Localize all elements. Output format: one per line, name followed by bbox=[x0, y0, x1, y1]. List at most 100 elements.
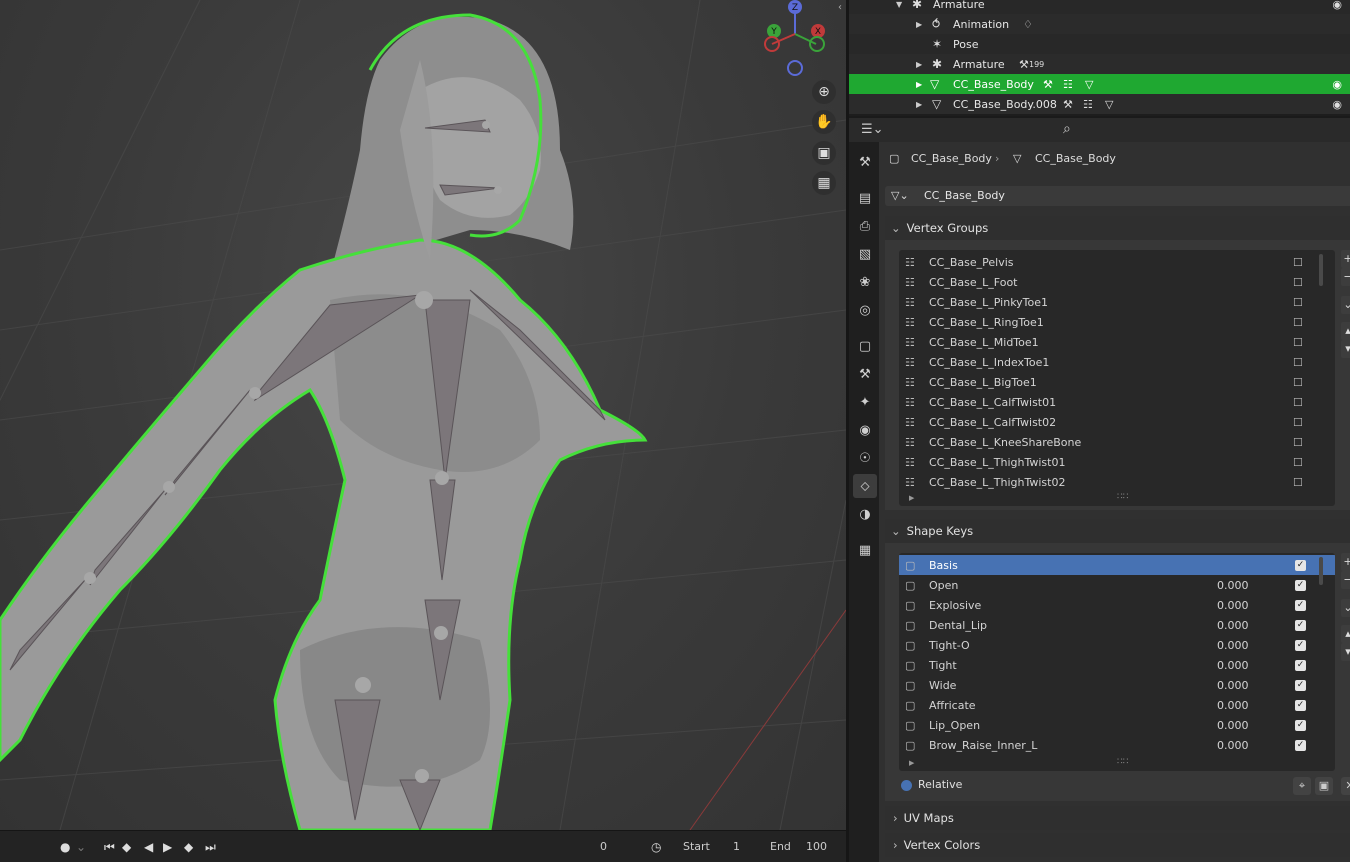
shape-key-name[interactable]: Tight-O bbox=[929, 639, 970, 652]
play-reverse-icon[interactable]: ◀ bbox=[144, 840, 153, 854]
shape-key-mute-checkbox[interactable]: ✓ bbox=[1295, 639, 1306, 651]
scrollbar[interactable] bbox=[1319, 254, 1323, 286]
visibility-eye-icon[interactable]: ◉ bbox=[1332, 78, 1342, 91]
shape-key-row[interactable]: ▢ Brow_Raise_Inner_L 0.000 ✓ bbox=[899, 735, 1335, 755]
shape-key-value[interactable]: 0.000 bbox=[1217, 679, 1249, 692]
outliner-row-armature-data[interactable]: ▶ ✱ Armature ⚒ 199 bbox=[849, 54, 1350, 74]
shape-key-mute-checkbox[interactable]: ✓ bbox=[1295, 699, 1306, 711]
start-frame-field[interactable]: 1 bbox=[733, 840, 740, 853]
shape-key-row[interactable]: ▢ Tight 0.000 ✓ bbox=[899, 655, 1335, 675]
vertex-group-row[interactable]: ☷ CC_Base_Pelvis ☐ bbox=[899, 252, 1335, 272]
collapse-triangle-icon[interactable]: ▼ bbox=[896, 0, 902, 9]
physics-tab-icon[interactable]: ◉ bbox=[853, 418, 877, 442]
vertex-group-row[interactable]: ☷ CC_Base_L_CalfTwist02 ☐ bbox=[899, 412, 1335, 432]
vertex-group-row[interactable]: ☷ CC_Base_L_RingToe1 ☐ bbox=[899, 312, 1335, 332]
shape-key-mute-checkbox[interactable]: ✓ bbox=[1295, 619, 1306, 631]
mesh-datablock-selector[interactable]: ▽⌄ CC_Base_Body bbox=[885, 186, 1350, 206]
unlock-icon[interactable]: ☐ bbox=[1293, 396, 1303, 409]
shape-key-value[interactable]: 0.000 bbox=[1217, 599, 1249, 612]
particles-tab-icon[interactable]: ✦ bbox=[853, 390, 877, 414]
specials-menu-button[interactable]: ⌄ bbox=[1341, 296, 1350, 314]
vertex-group-row[interactable]: ☷ CC_Base_L_ThighTwist02 ☐ bbox=[899, 472, 1335, 492]
world-tab-icon[interactable]: ◎ bbox=[853, 298, 877, 322]
search-icon[interactable]: ⌕ bbox=[1063, 121, 1071, 137]
shape-key-value[interactable]: 0.000 bbox=[1217, 659, 1249, 672]
unlock-icon[interactable]: ☐ bbox=[1293, 316, 1303, 329]
jump-start-icon[interactable]: ⏮ bbox=[104, 840, 115, 855]
play-icon[interactable]: ▶ bbox=[163, 840, 172, 854]
shape-key-name[interactable]: Tight bbox=[929, 659, 957, 672]
expand-triangle-icon[interactable]: ▶ bbox=[916, 80, 922, 89]
jump-end-icon[interactable]: ⏭ bbox=[205, 840, 216, 855]
shape-key-mute-checkbox[interactable]: ✓ bbox=[1295, 679, 1306, 691]
vertex-groups-panel-header[interactable]: ⌄ Vertex Groups bbox=[885, 216, 1350, 240]
shape-keys-panel-header[interactable]: ⌄ Shape Keys bbox=[885, 519, 1350, 543]
visibility-eye-icon[interactable]: ◉ bbox=[1332, 0, 1342, 11]
shape-key-mute-checkbox[interactable]: ✓ bbox=[1295, 559, 1306, 571]
pin-icon[interactable]: ⌖ bbox=[1293, 777, 1311, 795]
shape-key-row[interactable]: ▢ Open 0.000 ✓ bbox=[899, 575, 1335, 595]
unlock-icon[interactable]: ☐ bbox=[1293, 456, 1303, 469]
expand-triangle-icon[interactable]: ▶ bbox=[916, 100, 922, 109]
view-layer-tab-icon[interactable]: ▧ bbox=[853, 242, 877, 266]
vertex-colors-panel-header[interactable]: › Vertex Colors bbox=[885, 833, 1350, 857]
vertex-group-row[interactable]: ☷ CC_Base_L_KneeShareBone ☐ bbox=[899, 432, 1335, 452]
move-down-button[interactable]: ▾ bbox=[1341, 340, 1350, 358]
remove-button[interactable]: − bbox=[1341, 571, 1350, 589]
texture-tab-icon[interactable]: ▦ bbox=[853, 538, 877, 562]
shape-key-row[interactable]: ▢ Dental_Lip 0.000 ✓ bbox=[899, 615, 1335, 635]
modifier-tab-icon[interactable]: ⚒ bbox=[853, 362, 877, 386]
shape-key-name[interactable]: Brow_Raise_Inner_L bbox=[929, 739, 1037, 752]
expand-triangle-icon[interactable]: ▶ bbox=[916, 20, 922, 29]
shape-key-mute-checkbox[interactable]: ✓ bbox=[1295, 599, 1306, 611]
unlock-icon[interactable]: ☐ bbox=[1293, 356, 1303, 369]
shape-key-row[interactable]: ▢ Affricate 0.000 ✓ bbox=[899, 695, 1335, 715]
vertex-group-row[interactable]: ☷ CC_Base_L_MidToe1 ☐ bbox=[899, 332, 1335, 352]
keyframe-dot-icon[interactable]: ● bbox=[60, 840, 70, 854]
output-tab-icon[interactable]: ⎙ bbox=[853, 214, 877, 238]
list-filter-triangle-icon[interactable]: ▶ bbox=[909, 759, 914, 767]
relative-checkbox[interactable] bbox=[901, 780, 912, 791]
vertex-group-row[interactable]: ☷ CC_Base_L_Foot ☐ bbox=[899, 272, 1335, 292]
outliner-row-animation[interactable]: ▶ ⥀ Animation ♢ bbox=[849, 14, 1350, 34]
vertex-group-row[interactable]: ☷ CC_Base_L_CalfTwist01 ☐ bbox=[899, 392, 1335, 412]
perspective-grid-icon[interactable]: ▦ bbox=[812, 171, 836, 195]
specials-menu-button[interactable]: ⌄ bbox=[1341, 599, 1350, 617]
tool-tab-icon[interactable]: ⚒ bbox=[853, 150, 877, 174]
material-tab-icon[interactable]: ◑ bbox=[853, 502, 877, 526]
editor-type-icon[interactable]: ☰⌄ bbox=[861, 122, 884, 137]
object-tab-icon[interactable]: ▢ bbox=[853, 334, 877, 358]
stopwatch-icon[interactable]: ◷ bbox=[651, 840, 661, 854]
camera-view-icon[interactable]: ▣ bbox=[812, 141, 836, 165]
shape-key-name[interactable]: Affricate bbox=[929, 699, 976, 712]
list-filter-triangle-icon[interactable]: ▶ bbox=[909, 494, 914, 502]
dropdown-icon[interactable]: ⌄ bbox=[76, 840, 86, 854]
shape-key-value[interactable]: 0.000 bbox=[1217, 719, 1249, 732]
zoom-icon[interactable]: ⊕ bbox=[812, 80, 836, 104]
mesh-data-tab-icon[interactable]: ⬦ bbox=[853, 474, 877, 498]
vertex-groups-list[interactable]: ☷ CC_Base_Pelvis ☐ ☷ CC_Base_L_Foot ☐ ☷ CC_Base… bbox=[899, 250, 1335, 506]
shape-key-mute-checkbox[interactable]: ✓ bbox=[1295, 719, 1306, 731]
pan-hand-icon[interactable]: ✋ bbox=[812, 110, 836, 134]
shape-key-row[interactable]: ▢ Lip_Open 0.000 ✓ bbox=[899, 715, 1335, 735]
move-up-button[interactable]: ▴ bbox=[1341, 625, 1350, 643]
unlock-icon[interactable]: ☐ bbox=[1293, 416, 1303, 429]
outliner-row-armature[interactable]: ▼ ✱ Armature ◉ bbox=[849, 0, 1350, 14]
outliner-row-pose[interactable]: ✶ Pose bbox=[849, 34, 1350, 54]
shape-key-value[interactable]: 0.000 bbox=[1217, 579, 1249, 592]
shape-key-mute-checkbox[interactable]: ✓ bbox=[1295, 659, 1306, 671]
shape-key-value[interactable]: 0.000 bbox=[1217, 639, 1249, 652]
unlock-icon[interactable]: ☐ bbox=[1293, 436, 1303, 449]
shape-key-name[interactable]: Open bbox=[929, 579, 958, 592]
unlock-icon[interactable]: ☐ bbox=[1293, 256, 1303, 269]
shape-key-name[interactable]: Basis bbox=[929, 559, 958, 572]
list-resize-grip-icon[interactable]: ∷∷ bbox=[1117, 492, 1128, 502]
shape-key-value[interactable]: 0.000 bbox=[1217, 739, 1249, 752]
visibility-eye-icon[interactable]: ◉ bbox=[1332, 98, 1342, 111]
remove-button[interactable]: − bbox=[1341, 268, 1350, 286]
add-button[interactable]: + bbox=[1341, 553, 1350, 571]
sidebar-collapse-icon[interactable]: ‹ bbox=[838, 2, 842, 13]
navigation-gizmo[interactable]: Z Y X bbox=[758, 0, 830, 80]
vertex-group-row[interactable]: ☷ CC_Base_L_PinkyToe1 ☐ bbox=[899, 292, 1335, 312]
shape-key-name[interactable]: Lip_Open bbox=[929, 719, 980, 732]
